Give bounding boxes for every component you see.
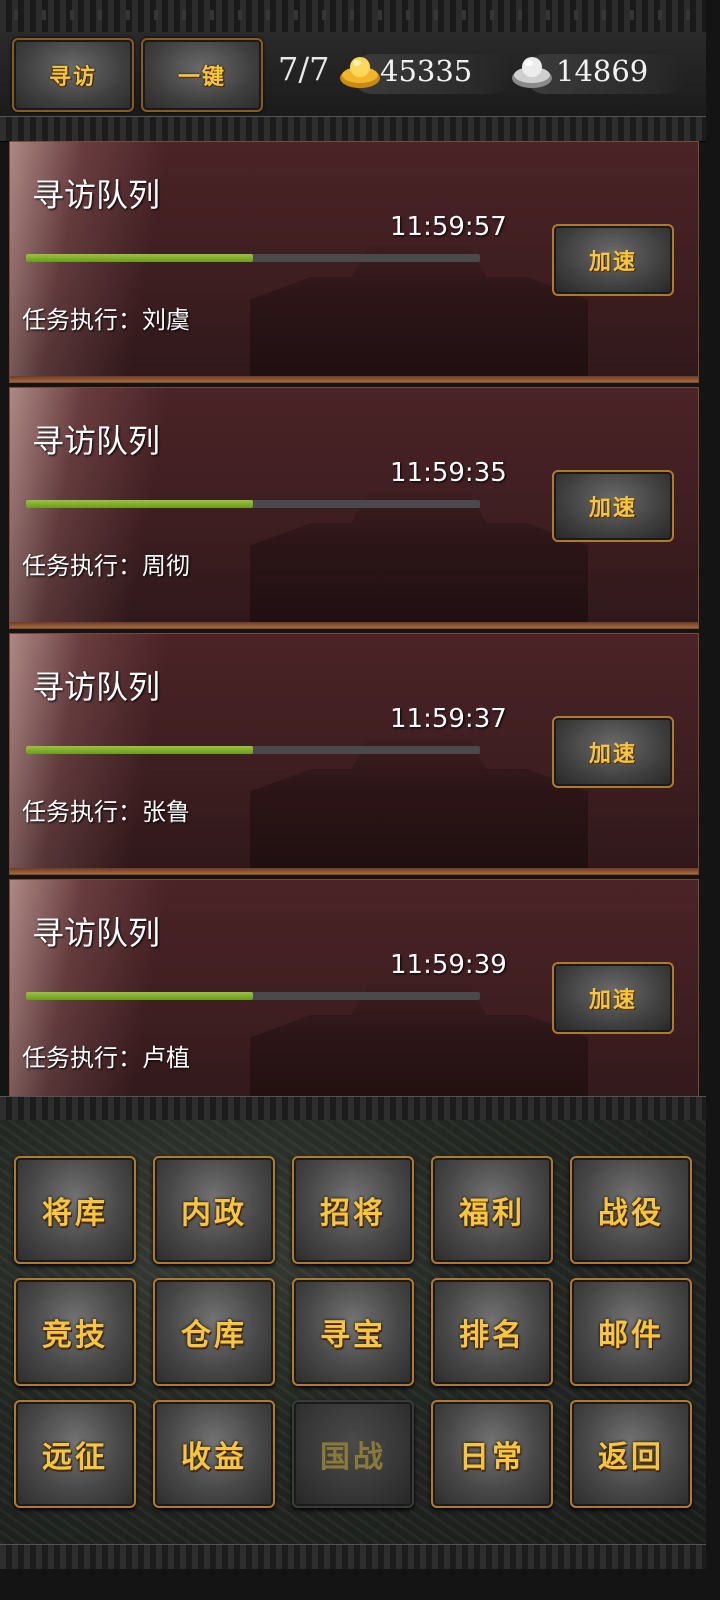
gold-value: 45335 (380, 54, 473, 88)
menu-button-internal-affairs[interactable]: 内政 (153, 1156, 275, 1264)
speed-up-button[interactable]: 加速 (552, 224, 674, 296)
queue-title: 寻访队列 (32, 914, 161, 952)
gold-ingot-icon (340, 57, 380, 88)
queue-worker: 任务执行：刘虞 (22, 306, 190, 334)
queue-count: 7/7 (278, 50, 330, 88)
menu-button-campaign[interactable]: 战役 (570, 1156, 692, 1264)
menu-button-nation-war: 国战 (292, 1400, 414, 1508)
menu-button-income[interactable]: 收益 (153, 1400, 275, 1508)
speed-up-button[interactable]: 加速 (552, 962, 674, 1034)
menu-button-treasure-hunt[interactable]: 寻宝 (292, 1278, 414, 1386)
bottom-decor-strip (0, 1544, 706, 1569)
queue-timer: 11:59:39 (390, 950, 507, 980)
queue-progress-bar (26, 992, 480, 1000)
queue-title: 寻访队列 (32, 422, 161, 460)
queue-card: 寻访队列 11:59:57 任务执行：刘虞 加速 (9, 141, 699, 383)
menu-button-arena[interactable]: 竞技 (14, 1278, 136, 1386)
menu-button-ranking[interactable]: 排名 (431, 1278, 553, 1386)
speed-up-button[interactable]: 加速 (552, 716, 674, 788)
queue-card: 寻访队列 11:59:37 任务执行：张鲁 加速 (9, 633, 699, 875)
onekey-button[interactable]: 一键 (141, 38, 263, 112)
queue-timer: 11:59:35 (390, 458, 507, 488)
queue-card: 寻访队列 11:59:35 任务执行：周彻 加速 (9, 387, 699, 629)
queue-worker: 任务执行：周彻 (22, 552, 190, 580)
visit-button[interactable]: 寻访 (12, 38, 134, 112)
queue-card: 寻访队列 11:59:39 任务执行：卢植 加速 (9, 879, 699, 1121)
queue-title: 寻访队列 (32, 176, 161, 214)
menu-panel: 将库 内政 招将 福利 战役 竞技 仓库 寻宝 排名 邮件 远征 收益 国战 日… (0, 1120, 706, 1544)
menu-button-expedition[interactable]: 远征 (14, 1400, 136, 1508)
queue-timer: 11:59:37 (390, 704, 507, 734)
queue-timer: 11:59:57 (390, 212, 507, 242)
queue-worker: 任务执行：卢植 (22, 1044, 190, 1072)
queue-progress-fill (26, 746, 253, 754)
menu-button-daily[interactable]: 日常 (431, 1400, 553, 1508)
top-decor-strip (0, 0, 706, 34)
queue-progress-bar (26, 500, 480, 508)
queue-list: 寻访队列 11:59:57 任务执行：刘虞 加速 寻访队列 11:59:35 任… (9, 141, 699, 1121)
middle-divider (0, 1096, 706, 1122)
menu-button-generals[interactable]: 将库 (14, 1156, 136, 1264)
menu-button-mail[interactable]: 邮件 (570, 1278, 692, 1386)
speed-up-button[interactable]: 加速 (552, 470, 674, 542)
queue-progress-fill (26, 992, 253, 1000)
silver-ingot-icon (512, 57, 552, 88)
menu-button-welfare[interactable]: 福利 (431, 1156, 553, 1264)
queue-progress-fill (26, 500, 253, 508)
menu-button-back[interactable]: 返回 (570, 1400, 692, 1508)
queue-title: 寻访队列 (32, 668, 161, 706)
queue-progress-bar (26, 746, 480, 754)
top-divider (0, 116, 706, 142)
menu-button-recruit[interactable]: 招将 (292, 1156, 414, 1264)
top-bar: 寻访 一键 7/7 45335 14869 (0, 32, 706, 117)
menu-button-warehouse[interactable]: 仓库 (153, 1278, 275, 1386)
queue-worker: 任务执行：张鲁 (22, 798, 190, 826)
queue-progress-bar (26, 254, 480, 262)
silver-value: 14869 (556, 54, 649, 88)
queue-progress-fill (26, 254, 253, 262)
